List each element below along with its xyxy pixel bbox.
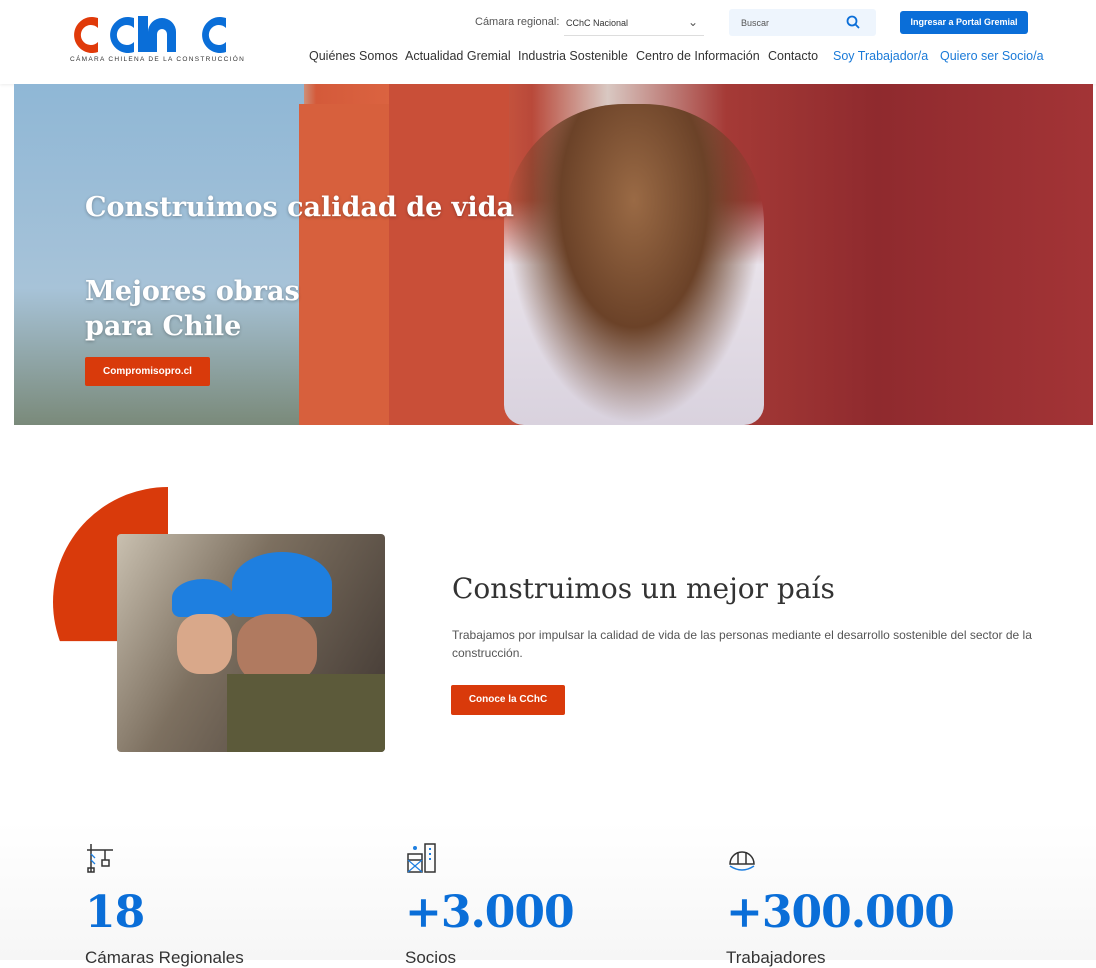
stat-label: Cámaras Regionales (85, 948, 244, 967)
conoce-cchc-button[interactable]: Conoce la CChC (451, 685, 565, 715)
region-label: Cámara regional: (475, 16, 560, 28)
search-input[interactable]: Buscar (729, 9, 876, 36)
region-value: CChC Nacional (566, 18, 629, 28)
hero-title-1: Construimos calidad de vida (85, 192, 514, 223)
logo-text: CÁMARA CHILENA DE LA CONSTRUCCIÓN (70, 56, 246, 63)
about-photo (117, 534, 385, 752)
stat-camaras: 18 Cámaras Regionales (85, 842, 244, 968)
stat-socios: +3.000 Socios (405, 842, 575, 968)
nav-industria-sostenible[interactable]: Industria Sostenible (518, 49, 628, 63)
hero-title-2: Mejores obras para Chile (85, 276, 300, 342)
crane-icon (87, 844, 113, 873)
nav-quienes-somos[interactable]: Quiénes Somos (309, 49, 398, 63)
region-select[interactable]: CChC Nacional ⌄ (564, 10, 704, 36)
nav-soy-trabajador[interactable]: Soy Trabajador/a (833, 49, 928, 63)
search-placeholder: Buscar (741, 18, 770, 28)
search-icon[interactable] (846, 15, 860, 29)
helmet-child (172, 579, 234, 617)
building-icon (407, 843, 436, 873)
stat-label: Trabajadores (726, 948, 826, 967)
compromisopro-button[interactable]: Compromisopro.cl (85, 357, 210, 386)
logo-mark-icon (74, 16, 226, 54)
hard-hat-icon (729, 851, 755, 871)
site-header: CÁMARA CHILENA DE LA CONSTRUCCIÓN Cámara… (0, 0, 1096, 84)
nav-actualidad-gremial[interactable]: Actualidad Gremial (405, 49, 511, 63)
hero-photo-children (504, 104, 764, 425)
chevron-down-icon: ⌄ (687, 15, 698, 29)
nav-centro-informacion[interactable]: Centro de Información (636, 49, 760, 63)
stat-label: Socios (405, 948, 457, 967)
stat-trabajadores: +300.000 Trabajadores (726, 842, 955, 968)
hero-banner: Construimos calidad de vida Mejores obra… (14, 84, 1093, 425)
about-description: Trabajamos por impulsar la calidad de vi… (452, 628, 1032, 660)
nav-contacto[interactable]: Contacto (768, 49, 818, 63)
cchc-logo[interactable]: CÁMARA CHILENA DE LA CONSTRUCCIÓN (68, 14, 244, 66)
stat-value: +3.000 (405, 887, 575, 938)
stats-section: 18 Cámaras Regionales +3.000 Socios +300… (0, 822, 1096, 967)
hero-building (389, 84, 509, 425)
hero-building (299, 104, 389, 425)
portal-gremial-button[interactable]: Ingresar a Portal Gremial (900, 11, 1028, 34)
stat-value: +300.000 (726, 887, 955, 938)
nav-quiero-ser-socio[interactable]: Quiero ser Socio/a (940, 49, 1044, 63)
about-title: Construimos un mejor país (452, 572, 835, 605)
stat-value: 18 (85, 887, 145, 938)
helmet-adult (232, 552, 332, 617)
